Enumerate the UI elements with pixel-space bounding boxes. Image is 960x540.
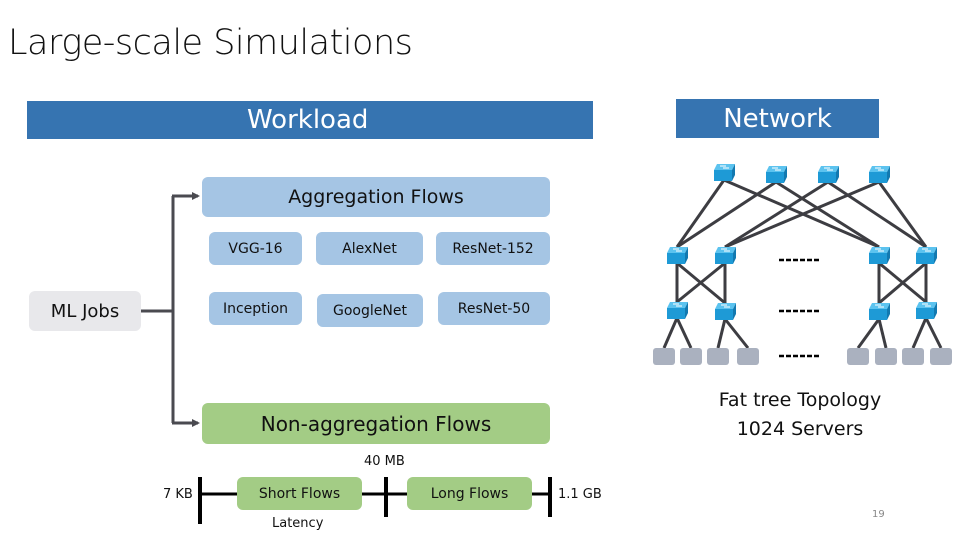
network-switch-icon xyxy=(869,166,890,183)
server-icon xyxy=(847,348,869,365)
edge-host-link xyxy=(877,318,888,349)
network-switch-icon xyxy=(916,247,937,264)
edge-host-link xyxy=(716,318,727,349)
fat-tree-topology xyxy=(653,164,952,365)
server-icon xyxy=(653,348,675,365)
edge-host-link xyxy=(675,317,693,349)
network-switch-icon xyxy=(766,166,787,183)
core-aggr-link xyxy=(775,180,880,249)
edge-host-link xyxy=(911,317,928,349)
edge-host-link xyxy=(723,318,750,349)
network-switch-icon xyxy=(916,302,937,319)
servers-label: 1024 Servers xyxy=(736,418,864,440)
network-switch-icon xyxy=(715,303,736,320)
server-icon xyxy=(930,348,952,365)
network-switch-icon xyxy=(667,302,688,319)
core-aggr-link xyxy=(675,179,726,248)
server-icon xyxy=(737,348,759,365)
server-icon xyxy=(707,348,729,365)
core-aggr-link xyxy=(724,180,829,249)
network-switch-icon xyxy=(869,303,890,320)
page-number: 19 xyxy=(872,509,885,520)
edge-host-link xyxy=(662,317,679,349)
server-icon xyxy=(875,348,897,365)
core-aggr-link xyxy=(877,181,928,248)
topology-caption: Fat tree Topology 1024 Servers xyxy=(700,386,900,444)
core-aggr-link xyxy=(676,180,777,249)
network-switch-icon xyxy=(667,247,688,264)
network-switch-icon xyxy=(818,166,839,183)
network-switch-icon xyxy=(869,247,890,264)
core-aggr-link xyxy=(827,180,927,249)
network-switch-icon xyxy=(714,164,735,181)
server-icon xyxy=(680,348,702,365)
topology-label: Fat tree Topology xyxy=(718,389,882,411)
server-icon xyxy=(902,348,924,365)
edge-host-link xyxy=(856,318,881,349)
network-switch-icon xyxy=(715,247,736,264)
edge-host-link xyxy=(924,317,943,349)
